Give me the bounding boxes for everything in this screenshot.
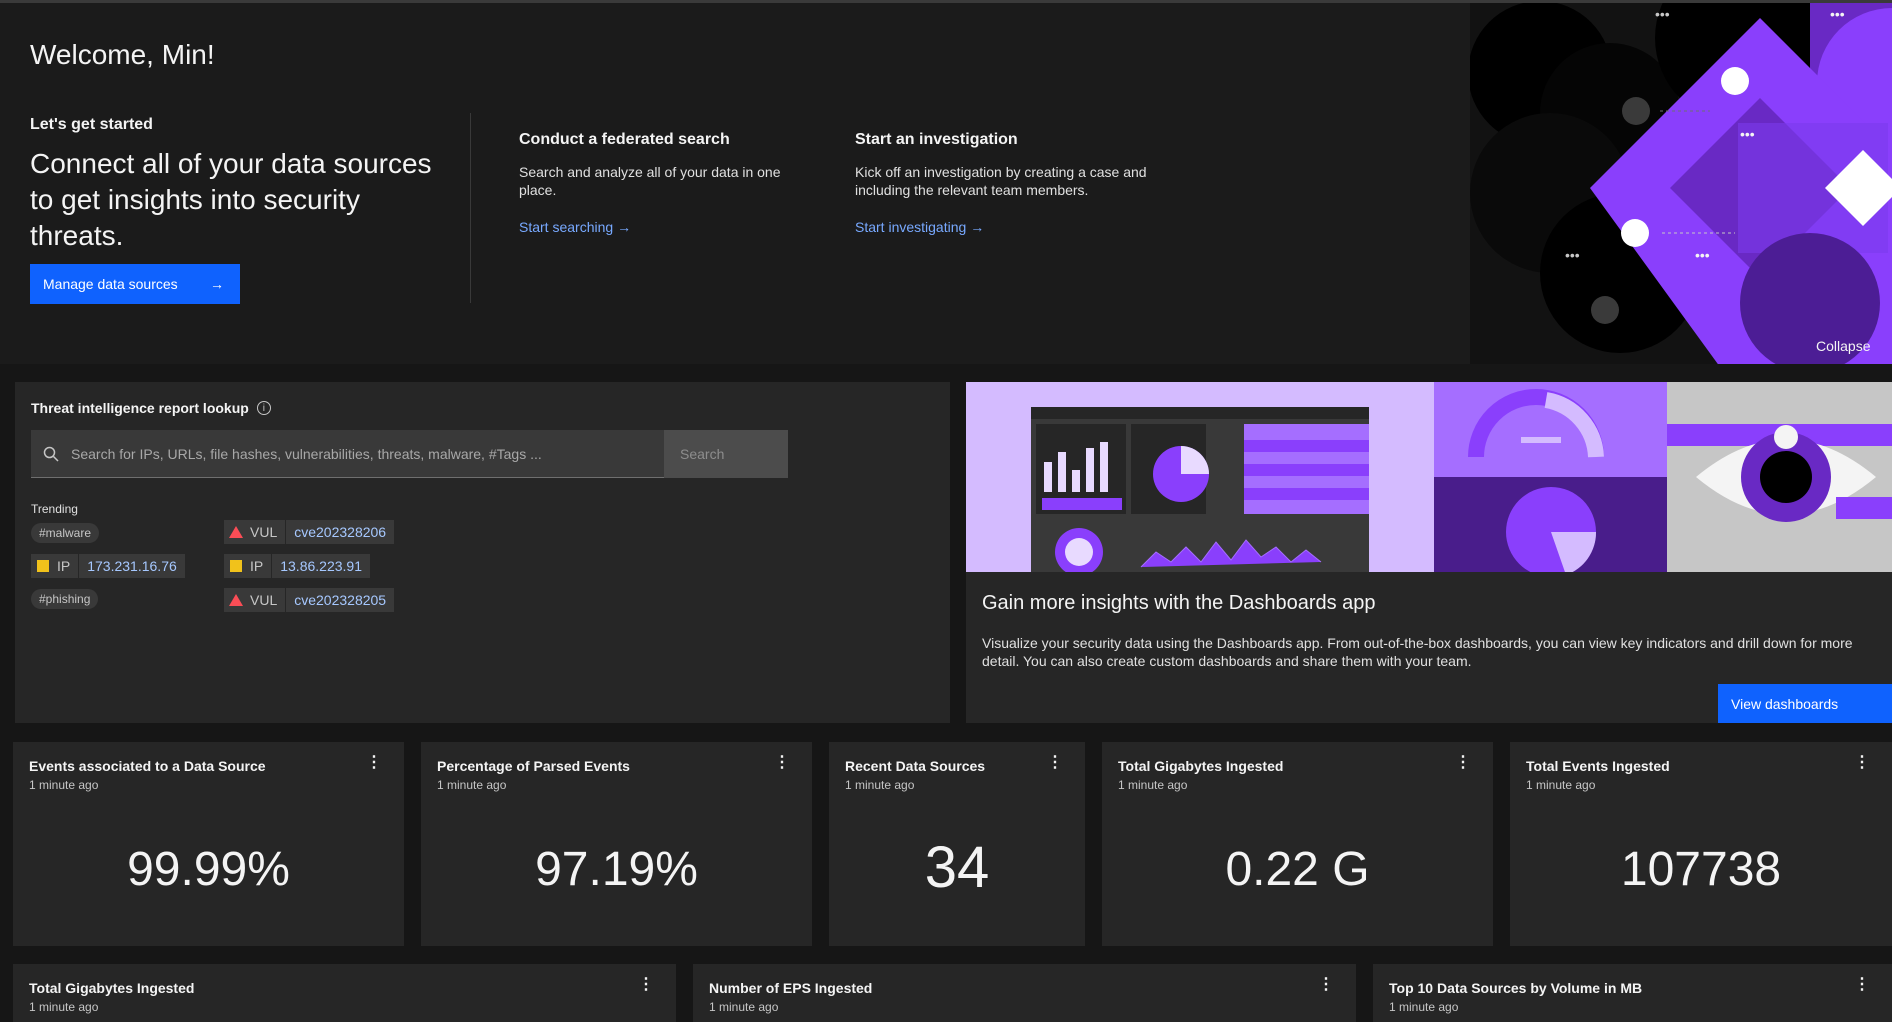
info-icon[interactable]: i [256,401,271,415]
chart-card: Total Gigabytes Ingested 1 minute ago ⋮ [13,964,676,1022]
svg-text:•••: ••• [1830,6,1845,22]
metric-value: 0.22 G [1225,843,1370,896]
overflow-menu-icon[interactable]: ⋮ [366,755,382,771]
federated-search-section: Conduct a federated search Search and an… [519,131,819,235]
search-button[interactable]: Search [664,429,788,478]
card-title: Recent Data Sources [845,758,986,774]
chip-type: VUL [248,588,287,612]
investigation-section: Start an investigation Kick off an inves… [855,131,1155,235]
card-timestamp: 1 minute ago [1389,1000,1459,1014]
card-timestamp: 1 minute ago [29,1000,99,1014]
investigation-title: Start an investigation [855,131,1018,148]
trending-tag[interactable]: #malware [31,523,100,543]
overflow-menu-icon[interactable]: ⋮ [1854,977,1870,993]
chart-card: Number of EPS Ingested 1 minute ago ⋮ [693,964,1356,1022]
card-timestamp: 1 minute ago [845,778,915,792]
overflow-menu-icon[interactable]: ⋮ [1455,755,1471,771]
card-timestamp: 1 minute ago [709,1000,779,1014]
metric-card: Events associated to a Data Source 1 min… [13,742,404,946]
svg-text:•••: ••• [1655,6,1670,22]
metric-value: 107738 [1620,843,1782,896]
card-title: Percentage of Parsed Events [437,758,630,774]
arrow-right-icon: → [210,276,224,292]
svg-text:•••: ••• [1565,247,1580,263]
card-title: Number of EPS Ingested [709,980,873,996]
chip-type: IP [248,554,273,578]
welcome-title: Welcome, Min! [30,39,215,70]
chip-type: VUL [248,520,287,544]
chip-value: cve202328205 [294,592,387,608]
card-timestamp: 1 minute ago [1526,778,1596,792]
start-searching-label: Start searching [519,219,614,235]
card-title: Total Events Ingested [1526,758,1670,774]
trending-tag[interactable]: #phishing [31,589,99,609]
chip-value: cve202328206 [294,524,387,540]
arrow-right-icon: → [970,219,985,235]
trending-chip-vul[interactable]: VUL cve202328205 [224,588,395,612]
metric-card: Total Gigabytes Ingested 1 minute ago ⋮ … [1102,742,1493,946]
trending-chip-ip[interactable]: IP 173.231.16.76 [31,554,185,578]
threat-intel-panel: Threat intelligence report lookup i Sear… [15,382,950,723]
manage-data-sources-label: Manage data sources [43,276,178,292]
metric-value: 34 [924,835,990,900]
card-title: Total Gigabytes Ingested [29,980,195,996]
metric-card: Total Events Ingested 1 minute ago ⋮ 107… [1510,742,1892,946]
chip-value: 13.86.223.91 [280,558,362,574]
federated-search-desc: Search and analyze all of your data in o… [519,164,781,198]
metric-value: 97.19% [535,843,698,896]
card-timestamp: 1 minute ago [1118,778,1188,792]
svg-text:•••: ••• [1695,247,1710,263]
threat-intel-title-row: Threat intelligence report lookup i [31,400,271,416]
start-investigating-label: Start investigating [855,219,967,235]
chip-value: 173.231.16.76 [87,558,177,574]
dashboards-promo-panel: Gain more insights with the Dashboards a… [966,382,1892,723]
search-icon [31,446,71,462]
warning-square-icon [224,560,248,572]
overflow-menu-icon[interactable]: ⋮ [638,977,654,993]
view-dashboards-button[interactable]: View dashboards [1718,684,1892,723]
card-timestamp: 1 minute ago [29,778,99,792]
overflow-menu-icon[interactable]: ⋮ [1318,977,1334,993]
svg-text:•••: ••• [1740,126,1755,142]
danger-triangle-icon [224,526,248,538]
card-timestamp: 1 minute ago [437,778,507,792]
manage-data-sources-button[interactable]: Manage data sources → [30,264,240,304]
overflow-menu-icon[interactable]: ⋮ [774,755,790,771]
investigation-desc: Kick off an investigation by creating a … [855,164,1147,198]
hero-illustration: ••• ••• ••• ••• ••• [1470,3,1892,364]
getting-started-label: Let's get started [30,116,153,133]
card-title: Top 10 Data Sources by Volume in MB [1389,980,1643,996]
welcome-banner: Welcome, Min! Let's get started Connect … [0,0,1892,364]
divider [470,113,471,303]
dashboards-title: Gain more insights with the Dashboards a… [982,592,1376,614]
getting-started-headline: Connect all of your data sources to get … [30,148,432,251]
overflow-menu-icon[interactable]: ⋮ [1854,755,1870,771]
trending-label: Trending [31,502,78,516]
threat-search-input[interactable] [71,445,664,462]
federated-search-title: Conduct a federated search [519,131,730,148]
metric-value: 99.99% [127,843,290,896]
start-searching-link[interactable]: Start searching → [519,219,819,235]
trending-chip-vul[interactable]: VUL cve202328206 [224,520,395,544]
metric-card: Recent Data Sources 1 minute ago ⋮ 34 [829,742,1085,946]
card-title: Total Gigabytes Ingested [1118,758,1284,774]
card-title: Events associated to a Data Source [29,758,266,774]
threat-intel-title: Threat intelligence report lookup [31,400,249,416]
trending-chip-ip[interactable]: IP 13.86.223.91 [224,554,370,578]
danger-triangle-icon [224,594,248,606]
start-investigating-link[interactable]: Start investigating → [855,219,1155,235]
collapse-button[interactable]: Collapse [1816,338,1870,354]
chart-card: Top 10 Data Sources by Volume in MB 1 mi… [1373,964,1892,1022]
threat-search-bar: Search [31,429,788,478]
dashboards-desc: Visualize your security data using the D… [982,635,1853,669]
overflow-menu-icon[interactable]: ⋮ [1047,755,1063,771]
warning-square-icon [31,560,55,572]
metric-card: Percentage of Parsed Events 1 minute ago… [421,742,812,946]
dashboards-illustration [966,382,1892,572]
chip-type: IP [55,554,80,578]
arrow-right-icon: → [617,219,632,235]
